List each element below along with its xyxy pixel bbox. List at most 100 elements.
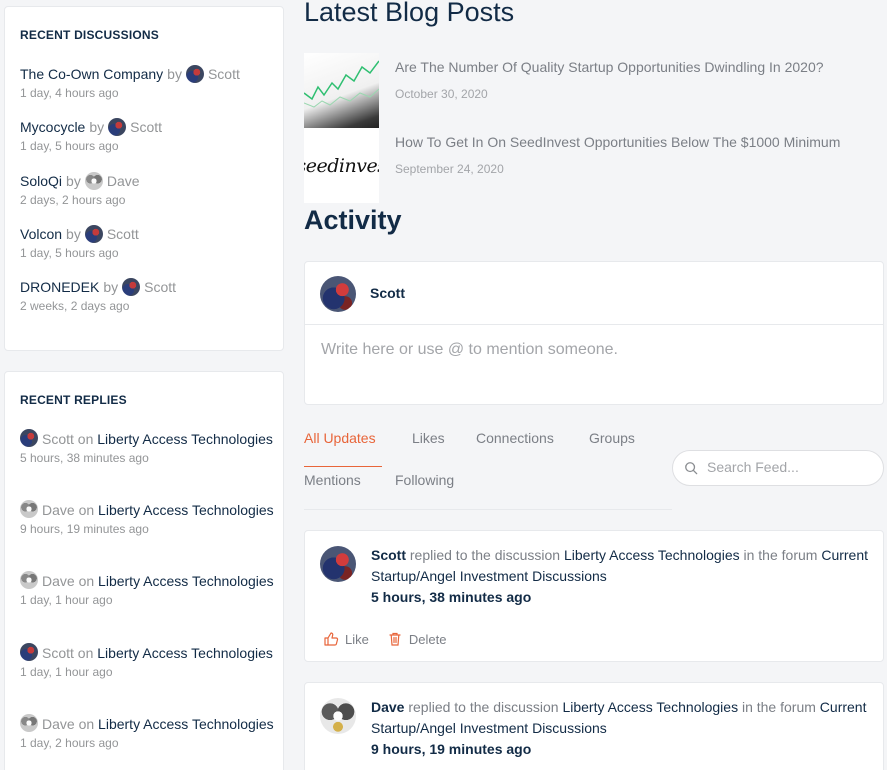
discussion-author-link[interactable]: Scott bbox=[107, 226, 139, 242]
discussion-item: DRONEDEK by Scott 2 weeks, 2 days ago bbox=[20, 277, 275, 313]
active-tab-indicator bbox=[304, 466, 382, 467]
reply-author[interactable]: Dave bbox=[42, 573, 75, 589]
tab-groups[interactable]: Groups bbox=[589, 430, 635, 446]
reply-author[interactable]: Scott bbox=[42, 431, 74, 447]
scott-avatar[interactable] bbox=[20, 429, 38, 447]
like-label: Like bbox=[345, 631, 369, 647]
reply-item: Scott on Liberty Access Technologies 1 d… bbox=[20, 643, 275, 679]
chart-line-graphic bbox=[304, 60, 379, 108]
dave-avatar[interactable] bbox=[20, 714, 38, 732]
activity-time-link[interactable]: 5 hours, 38 minutes ago bbox=[371, 587, 871, 608]
reply-topic-link[interactable]: Liberty Access Technologies bbox=[98, 716, 274, 732]
by-label: by bbox=[89, 119, 105, 135]
on-label: on bbox=[77, 431, 94, 447]
on-label: on bbox=[77, 645, 94, 661]
by-label: by bbox=[66, 226, 81, 242]
scott-avatar[interactable] bbox=[84, 225, 103, 243]
recent-replies-widget: RECENT REPLIES Scott on Liberty Access T… bbox=[4, 371, 284, 770]
blog-post-date: September 24, 2020 bbox=[395, 162, 504, 176]
discussion-item: SoloQi by Dave 2 days, 2 hours ago bbox=[20, 171, 275, 207]
reply-author[interactable]: Dave bbox=[42, 716, 75, 732]
activity-heading: Activity bbox=[304, 205, 402, 235]
reply-time: 9 hours, 19 minutes ago bbox=[20, 522, 149, 536]
search-feed-box[interactable] bbox=[672, 450, 884, 486]
recent-discussions-title: RECENT DISCUSSIONS bbox=[20, 28, 159, 42]
reply-topic-link[interactable]: Liberty Access Technologies bbox=[97, 431, 273, 447]
composer-user-name[interactable]: Scott bbox=[370, 285, 405, 301]
discussion-author-link[interactable]: Scott bbox=[130, 119, 162, 135]
tab-likes[interactable]: Likes bbox=[412, 430, 445, 446]
reply-author[interactable]: Dave bbox=[42, 502, 75, 518]
trash-icon bbox=[389, 632, 401, 646]
activity-in-forum-label: in the forum bbox=[743, 547, 818, 563]
tab-mentions[interactable]: Mentions bbox=[304, 472, 361, 488]
by-label: by bbox=[103, 279, 119, 295]
recent-discussions-widget: RECENT DISCUSSIONS The Co-Own Company by… bbox=[4, 6, 284, 351]
blog-post[interactable]: seedinves How To Get In On SeedInvest Op… bbox=[304, 128, 884, 203]
discussion-topic-link[interactable]: Mycocycle bbox=[20, 119, 85, 135]
blog-post-title[interactable]: How To Get In On SeedInvest Opportunitie… bbox=[395, 134, 840, 150]
reply-time: 1 day, 1 hour ago bbox=[20, 665, 113, 679]
tab-following[interactable]: Following bbox=[395, 472, 454, 488]
scott-avatar[interactable] bbox=[320, 276, 356, 312]
blog-post[interactable]: Are The Number Of Quality Startup Opport… bbox=[304, 53, 884, 128]
recent-replies-title: RECENT REPLIES bbox=[20, 393, 127, 407]
search-feed-input[interactable] bbox=[707, 459, 867, 475]
activity-user-link[interactable]: Scott bbox=[371, 547, 406, 563]
activity-topic-link[interactable]: Liberty Access Technologies bbox=[564, 547, 740, 563]
scott-avatar[interactable] bbox=[108, 118, 127, 136]
stock-chart-thumbnail[interactable] bbox=[304, 53, 379, 128]
discussion-author-link[interactable]: Dave bbox=[107, 173, 140, 189]
on-label: on bbox=[78, 716, 95, 732]
tab-all-updates[interactable]: All Updates bbox=[304, 430, 376, 446]
discussion-topic-link[interactable]: The Co-Own Company bbox=[20, 66, 163, 82]
thumbs-up-icon bbox=[324, 632, 339, 646]
reply-topic-link[interactable]: Liberty Access Technologies bbox=[98, 573, 274, 589]
delete-button[interactable]: Delete bbox=[387, 631, 447, 647]
reply-time: 1 day, 2 hours ago bbox=[20, 736, 119, 750]
discussion-time: 1 day, 5 hours ago bbox=[20, 139, 119, 153]
like-button[interactable]: Like bbox=[323, 631, 369, 647]
composer-divider bbox=[305, 324, 883, 325]
tab-connections[interactable]: Connections bbox=[476, 430, 554, 446]
discussion-topic-link[interactable]: DRONEDEK bbox=[20, 279, 99, 295]
reply-item: Dave on Liberty Access Technologies 1 da… bbox=[20, 571, 275, 607]
activity-feed-item: Scott replied to the discussion Liberty … bbox=[304, 530, 884, 662]
dave-avatar[interactable] bbox=[320, 698, 356, 734]
discussion-author-link[interactable]: Scott bbox=[208, 66, 240, 82]
dave-avatar[interactable] bbox=[20, 500, 38, 518]
dave-avatar[interactable] bbox=[20, 571, 38, 589]
scott-avatar[interactable] bbox=[122, 278, 141, 296]
discussion-topic-link[interactable]: SoloQi bbox=[20, 173, 62, 189]
by-label: by bbox=[167, 66, 182, 82]
activity-time-link[interactable]: 9 hours, 19 minutes ago bbox=[371, 739, 871, 760]
scott-avatar[interactable] bbox=[20, 643, 38, 661]
activity-feed-item: Dave replied to the discussion Liberty A… bbox=[304, 682, 884, 770]
activity-actions: Like Delete bbox=[323, 631, 446, 647]
activity-topic-link[interactable]: Liberty Access Technologies bbox=[562, 699, 738, 715]
reply-author[interactable]: Scott bbox=[42, 645, 74, 661]
delete-label: Delete bbox=[408, 631, 447, 647]
reply-item: Dave on Liberty Access Technologies 1 da… bbox=[20, 714, 275, 750]
seedinvest-logo-text: seedinves bbox=[304, 154, 379, 177]
activity-user-link[interactable]: Dave bbox=[371, 699, 404, 715]
blog-post-date: October 30, 2020 bbox=[395, 87, 488, 101]
scott-avatar[interactable] bbox=[320, 546, 356, 582]
reply-topic-link[interactable]: Liberty Access Technologies bbox=[98, 502, 274, 518]
reply-time: 5 hours, 38 minutes ago bbox=[20, 451, 149, 465]
on-label: on bbox=[78, 573, 95, 589]
seedinvest-logo-thumbnail[interactable]: seedinves bbox=[304, 128, 379, 203]
scott-avatar[interactable] bbox=[185, 65, 204, 83]
post-composer[interactable]: Scott Write here or use @ to mention som… bbox=[304, 261, 884, 405]
discussion-item: Volcon by Scott 1 day, 5 hours ago bbox=[20, 224, 275, 260]
activity-entry-text: Dave replied to the discussion Liberty A… bbox=[371, 697, 871, 760]
reply-item: Scott on Liberty Access Technologies 5 h… bbox=[20, 429, 275, 465]
composer-input[interactable]: Write here or use @ to mention someone. bbox=[321, 341, 618, 359]
discussion-author-link[interactable]: Scott bbox=[144, 279, 176, 295]
tabs-divider bbox=[304, 509, 672, 510]
blog-post-title[interactable]: Are The Number Of Quality Startup Opport… bbox=[395, 59, 824, 75]
activity-entry-text: Scott replied to the discussion Liberty … bbox=[371, 545, 871, 608]
discussion-topic-link[interactable]: Volcon bbox=[20, 226, 62, 242]
reply-topic-link[interactable]: Liberty Access Technologies bbox=[97, 645, 273, 661]
dave-avatar[interactable] bbox=[84, 172, 103, 190]
